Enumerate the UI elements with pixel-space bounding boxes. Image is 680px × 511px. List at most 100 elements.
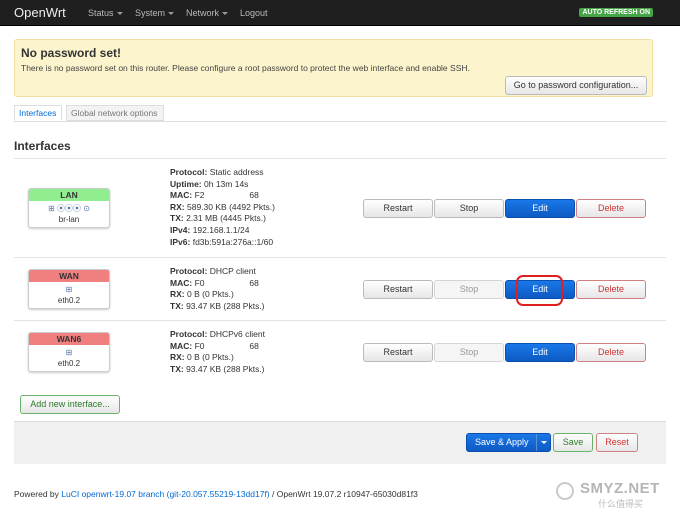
delete-button[interactable]: Delete (576, 199, 646, 218)
save-apply-dropdown[interactable] (536, 434, 550, 451)
footer-credits: Powered by LuCI openwrt-19.07 branch (gi… (14, 489, 418, 499)
info-label: RX: (170, 201, 185, 212)
info-label: Uptime: (170, 178, 202, 189)
delete-button[interactable]: Delete (576, 280, 646, 299)
interface-badge-lan: LAN ⊞ ⦿⦿⦿ ⊙ br-lan (28, 188, 110, 228)
alert-text: There is no password set on this router.… (21, 63, 470, 73)
edit-button[interactable]: Edit (505, 343, 575, 362)
info-value: 0 B (0 Pkts.) (187, 289, 234, 300)
interface-badge-wan: WAN ⊞ eth0.2 (28, 269, 110, 309)
info-line: RX: 0 B (0 Pkts.) (170, 352, 265, 364)
powered-suffix: / OpenWrt 19.07.2 r10947-65030d81f3 (269, 489, 418, 499)
info-line: TX: 93.47 KB (288 Pkts.) (170, 364, 265, 376)
tab-divider (14, 121, 666, 122)
info-label: Protocol: (170, 266, 208, 276)
password-alert: No password set! There is no password se… (14, 39, 653, 97)
network-port-icon: ⊞ (65, 285, 73, 294)
info-line: RX: 589.30 KB (4492 Pkts.) (170, 202, 275, 214)
interface-device: eth0.2 (57, 359, 81, 368)
info-line: TX: 2.31 MB (4445 Pkts.) (170, 213, 275, 225)
info-value: 0 B (0 Pkts.) (187, 352, 234, 363)
stop-button[interactable]: Stop (434, 199, 504, 218)
info-label: RX: (170, 352, 185, 363)
restart-button[interactable]: Restart (363, 343, 433, 362)
info-value: Static address (209, 167, 264, 177)
add-interface-button[interactable]: Add new interface... (20, 395, 120, 414)
save-apply-label: Save & Apply (475, 437, 529, 447)
info-label: Protocol: (170, 329, 208, 339)
info-line: TX: 93.47 KB (288 Pkts.) (170, 301, 265, 313)
info-line: IPv4: 192.168.1.1/24 (170, 225, 275, 237)
chevron-down-icon (541, 441, 547, 444)
info-line: MAC: F0 68 (170, 278, 265, 290)
info-line: Uptime: 0h 13m 14s (170, 179, 275, 191)
interface-info-wan6: Protocol: DHCPv6 client MAC: F0 68 RX: 0… (170, 329, 265, 375)
info-value: 93.47 KB (288 Pkts.) (186, 363, 265, 374)
info-line: MAC: F0 68 (170, 341, 265, 353)
info-line: IPv6: fd3b:591a:276a::1/60 (170, 237, 275, 249)
info-value: 589.30 KB (4492 Pkts.) (187, 201, 275, 212)
save-apply-button[interactable]: Save & Apply (466, 433, 551, 452)
password-config-button[interactable]: Go to password configuration... (505, 76, 647, 95)
interface-row-wan6: WAN6 ⊞ eth0.2 Protocol: DHCPv6 client MA… (14, 320, 666, 386)
interface-badge-wan6: WAN6 ⊞ eth0.2 (28, 332, 110, 372)
info-value: fd3b:591a:276a::1/60 (192, 236, 274, 247)
watermark-logo-icon (556, 482, 574, 500)
restart-button[interactable]: Restart (363, 199, 433, 218)
info-label: Protocol: (170, 167, 208, 177)
nav-system[interactable]: System (135, 8, 175, 18)
stop-button[interactable]: Stop (434, 343, 504, 362)
nav-network[interactable]: Network (186, 8, 229, 18)
chevron-down-icon (222, 12, 229, 16)
info-label: RX: (170, 289, 185, 300)
edit-highlight-annotation (516, 275, 563, 306)
tab-interfaces[interactable]: Interfaces (14, 105, 62, 121)
nav-network-label: Network (186, 8, 220, 18)
edit-button[interactable]: Edit (505, 199, 575, 218)
tab-global-network-options[interactable]: Global network options (66, 105, 164, 121)
restart-button[interactable]: Restart (363, 280, 433, 299)
info-value: F2 68 (194, 190, 259, 201)
watermark-text: SMYZ.NET (580, 480, 660, 497)
network-ports-icon: ⊞ ⦿⦿⦿ ⊙ (48, 204, 90, 213)
chevron-down-icon (116, 12, 123, 16)
interface-row-wan: WAN ⊞ eth0.2 Protocol: DHCP client MAC: … (14, 257, 666, 320)
interface-name: WAN6 (29, 333, 109, 345)
chevron-down-icon (168, 12, 175, 16)
luci-link[interactable]: LuCI openwrt-19.07 branch (git-20.057.55… (61, 489, 269, 499)
section-title: Interfaces (14, 139, 71, 153)
interface-name: LAN (29, 189, 109, 201)
interface-device: eth0.2 (57, 296, 81, 305)
brand-logo[interactable]: OpenWrt (14, 5, 66, 20)
network-port-icon: ⊞ (65, 348, 73, 357)
interface-name: WAN (29, 270, 109, 282)
info-label: MAC: (170, 340, 193, 351)
watermark-subtext: 什么值得买 (598, 499, 644, 509)
interface-info-lan: Protocol: Static address Uptime: 0h 13m … (170, 167, 275, 248)
info-label: IPv6: (170, 236, 191, 247)
info-label: TX: (170, 300, 184, 311)
save-button[interactable]: Save (553, 433, 593, 452)
nav-status-label: Status (88, 8, 114, 18)
info-value: 2.31 MB (4445 Pkts.) (186, 213, 266, 224)
delete-button[interactable]: Delete (576, 343, 646, 362)
info-line: Protocol: DHCP client (170, 266, 265, 278)
info-value: F0 68 (194, 340, 259, 351)
interface-device: br-lan (58, 215, 80, 224)
stop-button[interactable]: Stop (434, 280, 504, 299)
reset-button[interactable]: Reset (596, 433, 638, 452)
info-value: 0h 13m 14s (204, 178, 249, 189)
alert-title: No password set! (21, 46, 122, 60)
info-value: DHCP client (209, 266, 256, 276)
powered-prefix: Powered by (14, 489, 62, 499)
nav-logout[interactable]: Logout (240, 8, 268, 18)
nav-system-label: System (135, 8, 166, 18)
info-value: 192.168.1.1/24 (192, 224, 250, 235)
auto-refresh-badge[interactable]: AUTO REFRESH ON (579, 8, 653, 17)
info-value: DHCPv6 client (209, 329, 265, 339)
info-line: Protocol: Static address (170, 167, 275, 179)
top-navbar: OpenWrt Status System Network Logout AUT… (0, 0, 680, 26)
info-label: TX: (170, 363, 184, 374)
nav-status[interactable]: Status (88, 8, 123, 18)
interface-info-wan: Protocol: DHCP client MAC: F0 68 RX: 0 B… (170, 266, 265, 312)
